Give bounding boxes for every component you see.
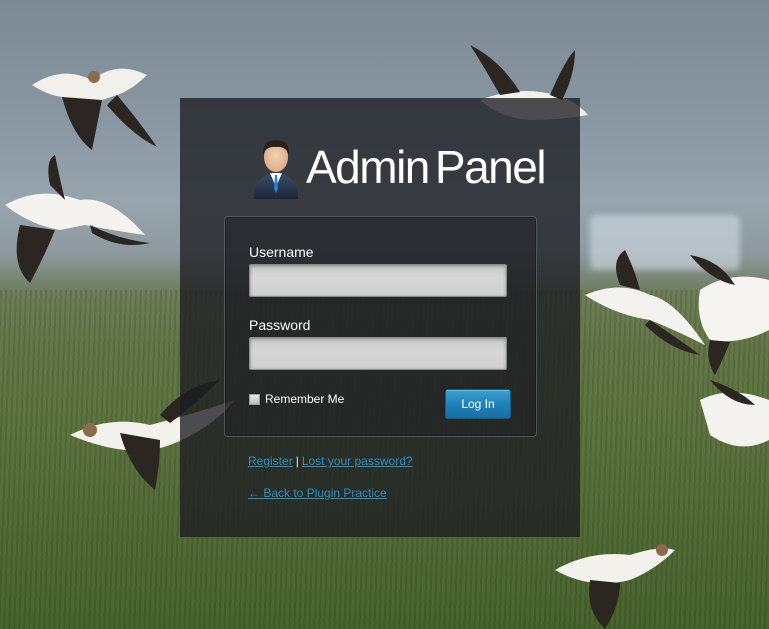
lost-password-link[interactable]: Lost your password? [302,454,413,468]
login-form: Username Password Remember Me Log In [224,216,537,437]
password-label: Password [249,317,311,333]
login-button[interactable]: Log In [445,389,511,419]
page-title: Admin Panel [306,141,547,193]
register-link[interactable]: Register [248,454,293,468]
bird-illustration [32,68,157,150]
businessman-avatar-icon [250,135,302,199]
username-input[interactable] [249,264,507,297]
page-title-part1: Admin [306,141,430,193]
link-separator: | [295,454,299,468]
password-input[interactable] [249,337,507,370]
bird-illustration [700,380,769,447]
page-title-part2: Panel [434,141,547,193]
account-links: Register | Lost your password? [248,454,413,468]
bird-illustration [5,155,150,283]
admin-panel-logo: Admin Panel [250,134,547,200]
remember-me-row: Remember Me [249,392,344,406]
remember-me-label[interactable]: Remember Me [265,392,344,406]
login-panel: Admin Panel Username Password Remember Me… [180,98,580,537]
bird-illustration [555,544,675,629]
remember-me-checkbox[interactable] [249,393,260,405]
bird-illustration [690,255,769,375]
username-label: Username [249,244,314,260]
back-to-site-link[interactable]: ← Back to Plugin Practice [248,486,387,500]
